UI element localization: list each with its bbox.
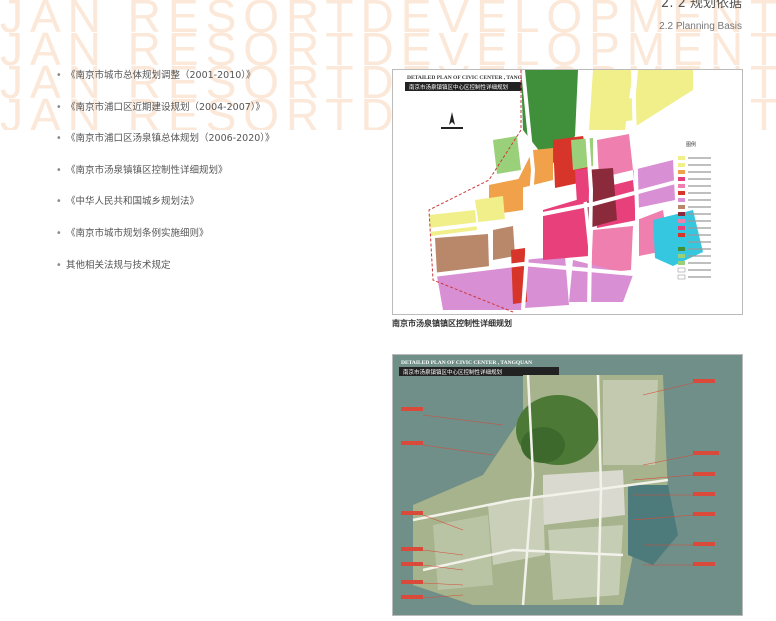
bullet-icon: •: [56, 70, 62, 81]
map-caption: 南京市汤泉镇镇区控制性详细规划: [392, 319, 512, 328]
bullet-icon: •: [56, 164, 62, 176]
land-use-plan-map: DETAILED PLAN OF CIVIC CENTER , TANGQUAN…: [392, 69, 743, 315]
section-subtitle: 2.2 Planning Basis: [659, 21, 742, 32]
rendering-title-en: DETAILED PLAN OF CIVIC CENTER , TANGQUAN: [401, 360, 532, 366]
list-item: • 《南京市浦口区近期建设规划（2004-2007）》: [56, 100, 275, 132]
land-use-plan-graphic: DETAILED PLAN OF CIVIC CENTER , TANGQUAN…: [393, 70, 742, 314]
bullet-icon: •: [56, 259, 62, 271]
list-item: • 《南京市城市总体规划调整（2001-2010）》: [56, 68, 275, 100]
list-item: • 《南京市汤泉镇镇区控制性详细规划》: [56, 163, 275, 195]
bullet-icon: •: [56, 196, 62, 208]
list-item: • 《中华人民共和国城乡规划法》: [56, 194, 275, 226]
section-title: 2. 2 规划依据: [661, 0, 742, 11]
planning-basis-list: • 《南京市城市总体规划调整（2001-2010）》 • 《南京市浦口区近期建设规划…: [56, 68, 275, 289]
legend-title: 图例: [686, 141, 696, 148]
list-item: • 《南京市浦口区汤泉镇总体规划（2006-2020）》: [56, 131, 275, 163]
bullet-icon: •: [56, 227, 62, 239]
list-item: • 其他相关法规与技术规定: [56, 258, 275, 290]
master-plan-graphic: DETAILED PLAN OF CIVIC CENTER , TANGQUAN…: [393, 355, 742, 615]
map-title-cn: 南京市汤泉镇镇区中心区控制性详细规划: [409, 83, 508, 91]
list-item: • 《南京市城市规划条例实施细则》: [56, 226, 275, 258]
master-plan-rendering: DETAILED PLAN OF CIVIC CENTER , TANGQUAN…: [392, 354, 743, 616]
bullet-icon: •: [56, 101, 62, 113]
map-title-en: DETAILED PLAN OF CIVIC CENTER , TANGQUAN: [407, 75, 538, 81]
rendering-title-cn: 南京市汤泉镇镇区中心区控制性详细规划: [403, 368, 502, 376]
bullet-icon: •: [56, 133, 62, 145]
